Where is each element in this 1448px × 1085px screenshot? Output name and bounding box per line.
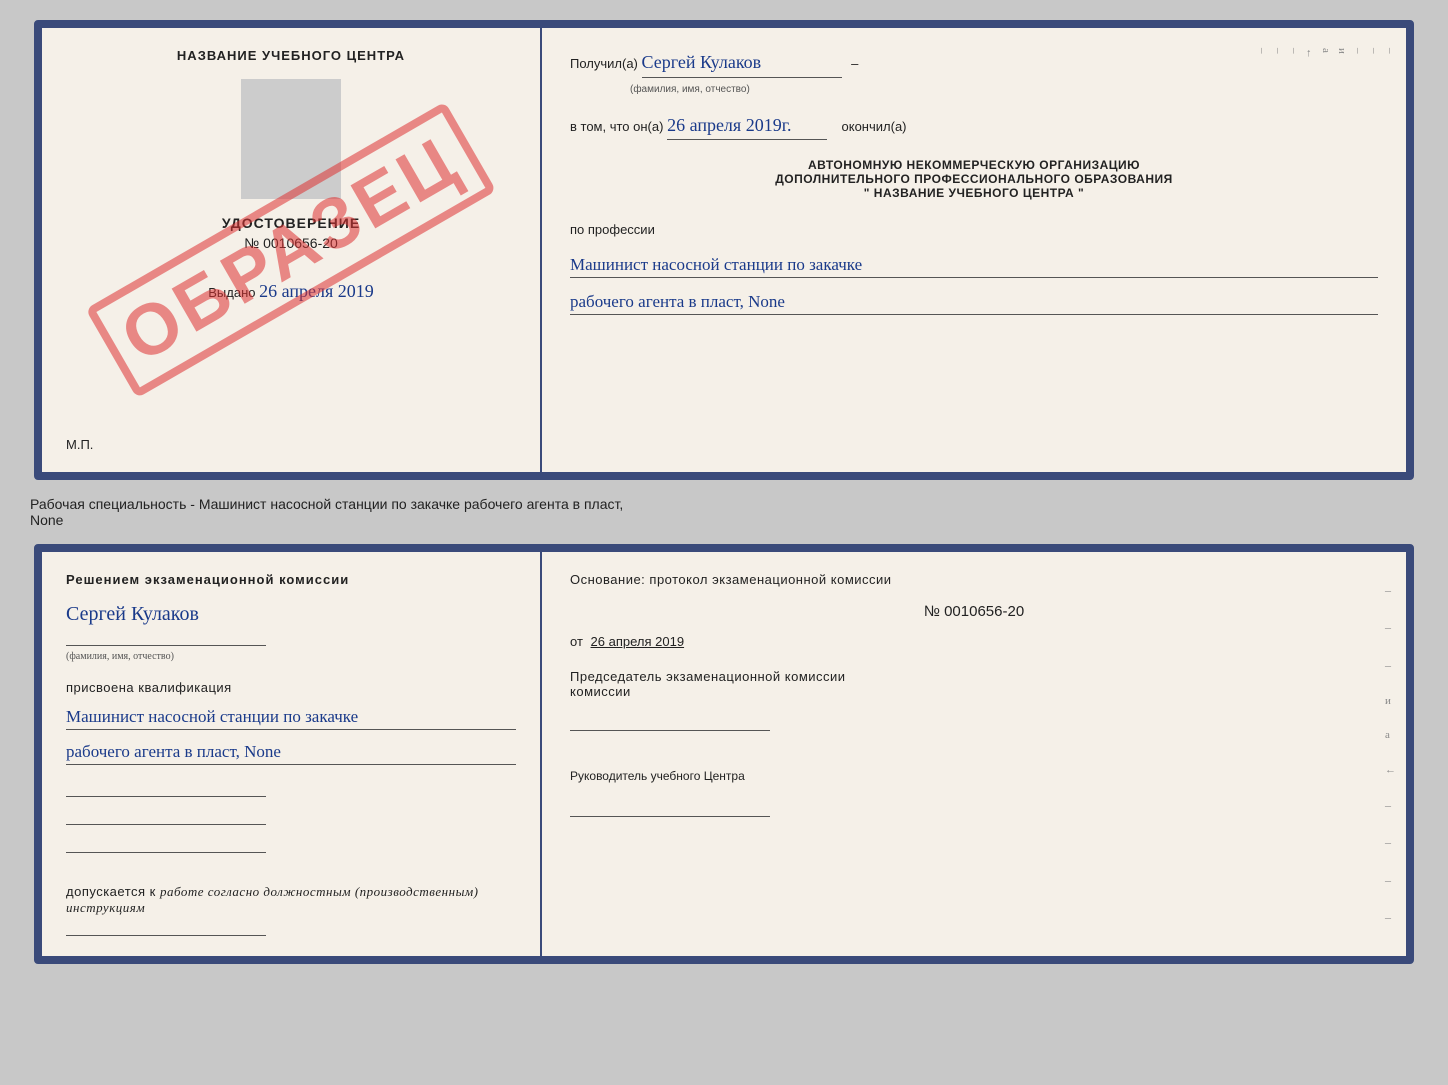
sign-line-2 <box>66 809 266 825</box>
okonchil-label: окончил(а) <box>842 119 907 134</box>
dopuskaetsya-block: допускается к работе согласно должностны… <box>66 884 516 936</box>
bdeco-5: – <box>1385 835 1396 850</box>
bottom-right-decorative: – – – и а ← – – – – <box>1385 552 1396 956</box>
familiya-label-top: (фамилия, имя, отчество) <box>630 84 750 95</box>
sign-line-1 <box>66 781 266 797</box>
sign-line-3 <box>66 837 266 853</box>
cert-number: № 0010656-20 <box>244 235 338 251</box>
bottom-right-panel: Основание: протокол экзаменационной коми… <box>542 552 1406 956</box>
vtom-label: в том, что он(а) <box>570 119 663 134</box>
bdeco-7: – <box>1385 910 1396 925</box>
bdeco-i: и <box>1385 695 1396 707</box>
dopuskaetsya-label: допускается к работе согласно должностны… <box>66 884 516 916</box>
bottom-document: Решением экзаменационной комиссии Сергей… <box>34 544 1414 964</box>
mp-label: М.П. <box>66 437 93 452</box>
right-decorative: – – – и а ← – – – <box>1256 28 1396 472</box>
bdeco-4: – <box>1385 798 1396 813</box>
bdeco-1: – <box>1385 583 1396 598</box>
prisvoena-label: присвоена квалификация <box>66 680 516 695</box>
vydano-line: Выдано 26 апреля 2019 <box>208 281 374 302</box>
poluchil-name: Сергей Кулаков <box>642 48 842 78</box>
deco-i: и <box>1336 48 1348 452</box>
top-center-title: НАЗВАНИЕ УЧЕБНОГО ЦЕНТРА <box>177 48 405 63</box>
rukovoditel-label: Руководитель учебного Центра <box>570 767 1378 785</box>
protokol-date-value: 26 апреля 2019 <box>591 634 685 649</box>
bdeco-6: – <box>1385 873 1396 888</box>
top-document: НАЗВАНИЕ УЧЕБНОГО ЦЕНТРА ОБРАЗЕЦ УДОСТОВ… <box>34 20 1414 480</box>
deco-arrow: ← <box>1304 48 1316 452</box>
rukovoditel-block: Руководитель учебного Центра <box>570 757 1378 817</box>
bdeco-a: а <box>1385 729 1396 741</box>
bdeco-arrow: ← <box>1385 764 1396 776</box>
bottom-familiya-label: (фамилия, имя, отчество) <box>66 651 174 662</box>
bottom-left-panel: Решением экзаменационной комиссии Сергей… <box>42 552 542 956</box>
predsedatel-block: Председатель экзаменационной комиссии ко… <box>570 669 1378 731</box>
deco-a: а <box>1320 48 1332 452</box>
bdeco-3: – <box>1385 658 1396 673</box>
qual-line2: рабочего агента в пласт, None <box>66 742 516 765</box>
predsedatel-sign-line <box>570 715 770 731</box>
osnovanie-label: Основание: протокол экзаменационной коми… <box>570 572 1378 587</box>
deco-dash-1: – <box>1384 48 1396 452</box>
deco-dash-2: – <box>1368 48 1380 452</box>
vydano-date: 26 апреля 2019 <box>259 281 374 301</box>
vtom-date: 26 апреля 2019г. <box>667 111 827 141</box>
deco-dash-4: – <box>1288 48 1300 452</box>
qual-line1: Машинист насосной станции по закачке <box>66 707 516 730</box>
deco-dash-5: – <box>1272 48 1284 452</box>
udostoverenie-title: УДОСТОВЕРЕНИЕ <box>222 215 360 231</box>
name-block: Сергей Кулаков (фамилия, имя, отчество) <box>66 603 516 664</box>
rukovoditel-sign-line <box>570 801 770 817</box>
protokol-date: от 26 апреля 2019 <box>570 634 1378 649</box>
photo-placeholder <box>241 79 341 199</box>
resheniem-label: Решением экзаменационной комиссии <box>66 572 516 587</box>
predsedatel-label-2: комиссии <box>570 684 1378 699</box>
subtitle-text: Рабочая специальность - Машинист насосно… <box>20 496 623 528</box>
protokol-number: № 0010656-20 <box>570 603 1378 620</box>
top-left-panel: НАЗВАНИЕ УЧЕБНОГО ЦЕНТРА ОБРАЗЕЦ УДОСТОВ… <box>42 28 542 472</box>
bdeco-2: – <box>1385 620 1396 635</box>
deco-dash-3: – <box>1352 48 1364 452</box>
deco-dash-6: – <box>1256 48 1268 452</box>
vydano-label: Выдано <box>208 285 255 300</box>
predsedatel-label: Председатель экзаменационной комиссии <box>570 669 1378 684</box>
name-underline <box>66 630 266 646</box>
ot-label: от <box>570 634 583 649</box>
bottom-name: Сергей Кулаков <box>66 603 199 625</box>
sign-line-4 <box>66 920 266 936</box>
poluchil-label: Получил(а) <box>570 56 638 71</box>
top-right-panel: Получил(а) Сергей Кулаков – (фамилия, им… <box>542 28 1406 472</box>
